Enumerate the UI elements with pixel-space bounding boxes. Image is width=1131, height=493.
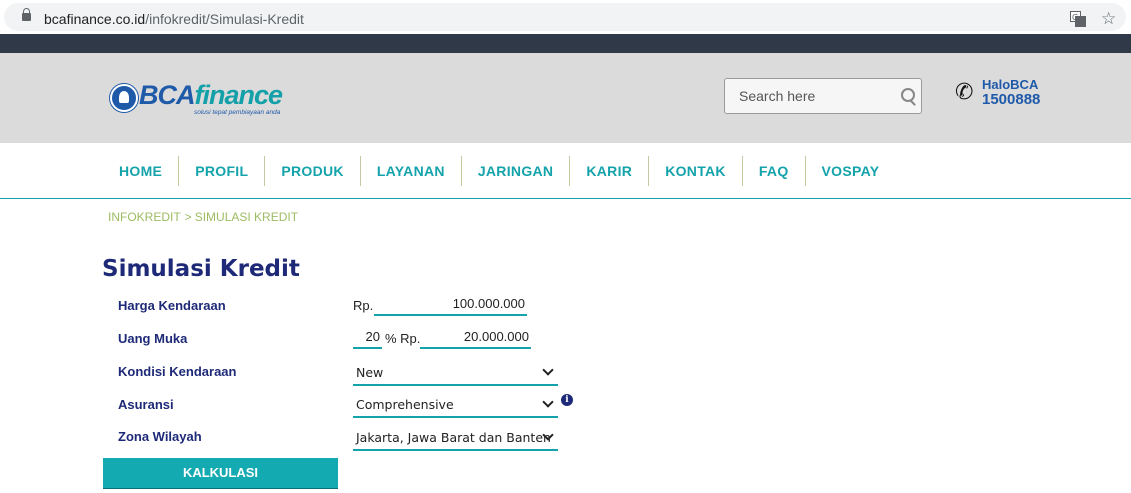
nav-faq[interactable]: FAQ <box>741 156 805 186</box>
kondisi-kendaraan-select[interactable]: New <box>353 362 558 386</box>
info-icon[interactable]: i <box>561 394 573 406</box>
search-box <box>724 78 922 114</box>
asuransi-label: Asuransi <box>118 397 174 412</box>
halobca-number: 1500888 <box>982 91 1041 108</box>
browser-address-bar: bcafinance.co.id/infokredit/Simulasi-Kre… <box>0 0 1131 34</box>
halobca-contact[interactable]: HaloBCA 1500888 <box>982 77 1040 107</box>
url-path: /infokredit/Simulasi-Kredit <box>145 11 304 27</box>
logo-tagline: solusi tepat pembiayaan anda <box>194 109 281 116</box>
page-title: Simulasi Kredit <box>102 256 300 282</box>
harga-rp-prefix: Rp. <box>353 298 374 313</box>
nav-profil[interactable]: PROFIL <box>178 156 264 186</box>
zona-wilayah-select[interactable]: Jakarta, Jawa Barat dan Banten <box>353 427 558 451</box>
url-field[interactable]: bcafinance.co.id/infokredit/Simulasi-Kre… <box>4 3 1126 31</box>
zona-selected-value: Jakarta, Jawa Barat dan Banten <box>356 430 551 445</box>
site-header: BCAfinance solusi tepat pembiayaan anda … <box>0 53 1131 143</box>
breadcrumb-infokredit[interactable]: INFOKREDIT <box>108 210 181 224</box>
lock-icon[interactable] <box>22 8 31 21</box>
breadcrumb-separator: > <box>184 210 192 224</box>
main-nav: HOME PROFIL PRODUK LAYANAN JARINGAN KARI… <box>0 143 1131 199</box>
bca-logo-mark-icon <box>110 84 138 112</box>
search-icon[interactable] <box>901 88 915 102</box>
halobca-label: HaloBCA <box>982 77 1039 92</box>
translate-icon[interactable]: G <box>1070 11 1086 27</box>
asuransi-select[interactable]: Comprehensive <box>353 394 558 418</box>
uang-muka-percent-input[interactable] <box>353 327 382 349</box>
svg-text:G: G <box>1072 13 1078 22</box>
bca-finance-logo[interactable]: BCAfinance solusi tepat pembiayaan anda <box>108 80 303 122</box>
uang-muka-amount-input[interactable] <box>420 327 531 349</box>
search-input[interactable] <box>725 79 909 113</box>
harga-kendaraan-label: Harga Kendaraan <box>118 298 226 313</box>
harga-kendaraan-input[interactable] <box>374 294 527 316</box>
nav-produk[interactable]: PRODUK <box>264 156 359 186</box>
zona-wilayah-label: Zona Wilayah <box>118 429 202 444</box>
kondisi-selected-value: New <box>356 365 384 380</box>
breadcrumb: INFOKREDIT > SIMULASI KREDIT <box>108 210 298 224</box>
uang-muka-label: Uang Muka <box>118 331 188 346</box>
nav-vospay[interactable]: VOSPAY <box>804 156 896 186</box>
top-dark-bar <box>0 34 1131 53</box>
nav-layanan[interactable]: LAYANAN <box>359 156 461 186</box>
nav-home[interactable]: HOME <box>103 156 178 186</box>
kondisi-kendaraan-label: Kondisi Kendaraan <box>118 364 237 379</box>
breadcrumb-current: SIMULASI KREDIT <box>194 210 299 224</box>
bookmark-star-icon[interactable]: ☆ <box>1101 9 1116 29</box>
kalkulasi-button[interactable]: KALKULASI <box>103 458 338 489</box>
nav-karir[interactable]: KARIR <box>569 156 648 186</box>
nav-jaringan[interactable]: JARINGAN <box>460 156 570 186</box>
phone-icon: ✆ <box>955 80 974 105</box>
url-text[interactable]: bcafinance.co.id/infokredit/Simulasi-Kre… <box>44 11 304 27</box>
asuransi-selected-value: Comprehensive <box>356 397 454 412</box>
uang-muka-percent-rp: % Rp. <box>385 331 421 346</box>
chevron-down-icon <box>542 396 554 408</box>
nav-kontak[interactable]: KONTAK <box>648 156 742 186</box>
chevron-down-icon <box>542 364 554 376</box>
url-domain: bcafinance.co.id <box>44 11 146 27</box>
logo-wordmark: BCAfinance <box>139 80 283 110</box>
